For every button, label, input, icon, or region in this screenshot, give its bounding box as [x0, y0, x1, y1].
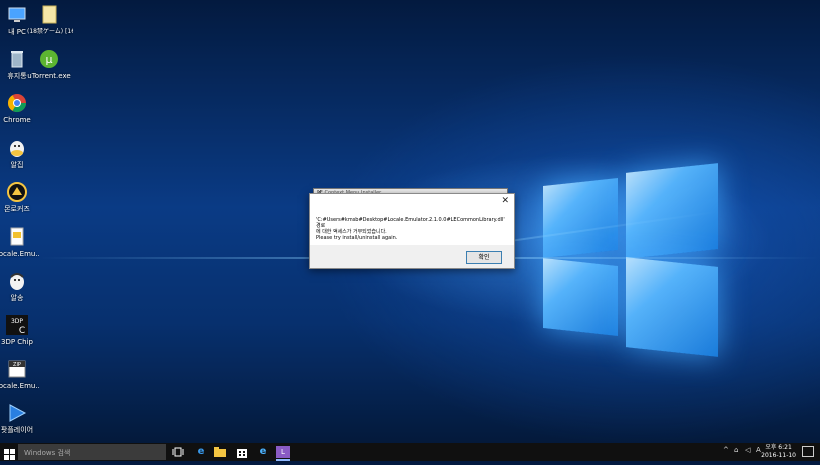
store-icon[interactable]: [236, 446, 248, 458]
alsong-icon: [6, 270, 28, 292]
desktop-icon-label: Locale.Emu...: [0, 382, 39, 390]
svg-text:µ: µ: [46, 53, 53, 66]
desktop-icon-honeyview[interactable]: 몬로커즈: [0, 181, 39, 213]
wallpaper-logo-pane: [543, 178, 618, 258]
wallpaper-logo-pane: [626, 257, 718, 357]
notification-icon[interactable]: [802, 446, 814, 457]
recycle-bin-icon: [6, 48, 28, 70]
desktop-icon-potplayer[interactable]: 팟플레이어: [0, 402, 39, 434]
edge-icon[interactable]: e: [195, 446, 207, 458]
document-icon: [6, 226, 28, 248]
file-explorer-icon[interactable]: [214, 446, 226, 458]
desktop-icon-folder[interactable]: (18禁ゲーム) [160930] [...: [27, 4, 73, 36]
error-dialog: ✕ 'C:#Users#kmsb#Desktop#Locale.Emulator…: [309, 193, 515, 269]
tray-chevron-icon[interactable]: ^: [723, 446, 729, 454]
taskbar: Windows 검색 e e L ^ ⌂ ◁ A 오후 6:21 2016-11…: [0, 443, 820, 461]
zip-icon: ZIP: [6, 358, 28, 380]
task-view-icon[interactable]: [172, 446, 184, 458]
windows-start-icon[interactable]: [4, 446, 16, 460]
desktop-icon-alzip[interactable]: 알집: [0, 137, 39, 169]
volume-icon[interactable]: ◁: [745, 446, 750, 454]
dialog-footer: 확인: [310, 245, 514, 268]
utorrent-icon: µ: [38, 48, 60, 70]
desktop-icon-label: (18禁ゲーム) [160930] [...: [27, 28, 73, 35]
search-box[interactable]: Windows 검색: [18, 444, 166, 460]
clock[interactable]: 오후 6:21 2016-11-10: [761, 444, 796, 460]
alzip-icon: [6, 137, 28, 159]
keyboard-icon[interactable]: A: [756, 446, 761, 454]
ie-icon[interactable]: e: [257, 446, 269, 458]
close-icon[interactable]: ✕: [501, 196, 509, 206]
desktop-icon-label: 몬로커즈: [4, 205, 30, 213]
desktop-icon-locale-emulator-zip[interactable]: ZIP Locale.Emu...: [0, 358, 39, 390]
desktop-icon-locale-emulator[interactable]: Locale.Emu...: [0, 226, 39, 258]
network-icon[interactable]: ⌂: [734, 446, 738, 454]
ok-button[interactable]: 확인: [466, 251, 502, 264]
3dp-chip-icon: 3DP C: [6, 314, 28, 336]
app-icon: [6, 181, 28, 203]
search-placeholder: Windows 검색: [24, 449, 71, 457]
desktop-icon-label: Chrome: [3, 116, 31, 124]
desktop-icon-label: Locale.Emu...: [0, 250, 39, 258]
desktop-icon-3dp-chip[interactable]: 3DP C 3DP Chip: [0, 314, 39, 346]
desktop-icon-alsong[interactable]: 알송: [0, 270, 39, 302]
desktop-icon-label: 팟플레이어: [0, 426, 34, 434]
svg-text:ZIP: ZIP: [13, 362, 21, 368]
desktop-icon-label: 알송: [10, 294, 24, 302]
locale-emulator-taskbar-icon[interactable]: L: [276, 446, 290, 458]
error-message-line: 'C:#Users#kmsb#Desktop#Locale.Emulator.2…: [316, 217, 505, 229]
document-icon: [39, 4, 61, 26]
svg-text:C: C: [19, 326, 25, 335]
clock-date: 2016-11-10: [761, 452, 796, 459]
error-message: 'C:#Users#kmsb#Desktop#Locale.Emulator.2…: [316, 217, 508, 241]
desktop-icon-chrome[interactable]: Chrome: [0, 92, 39, 124]
play-icon: [6, 402, 28, 424]
wallpaper-logo-pane: [626, 163, 718, 259]
clock-time: 오후 6:21: [765, 444, 792, 451]
svg-text:3DP: 3DP: [11, 318, 23, 325]
desktop-icon-utorrent[interactable]: µ uTorrent.exe: [27, 48, 71, 80]
desktop-icon-label: 3DP Chip: [0, 338, 33, 346]
desktop-icon-label: uTorrent.exe: [27, 72, 71, 80]
chrome-icon: [6, 92, 28, 114]
desktop-icon-label: 알집: [10, 161, 24, 169]
computer-icon: [6, 4, 28, 26]
wallpaper-logo-pane: [543, 258, 618, 336]
error-message-line: Please try install/uninstall again.: [316, 235, 398, 241]
